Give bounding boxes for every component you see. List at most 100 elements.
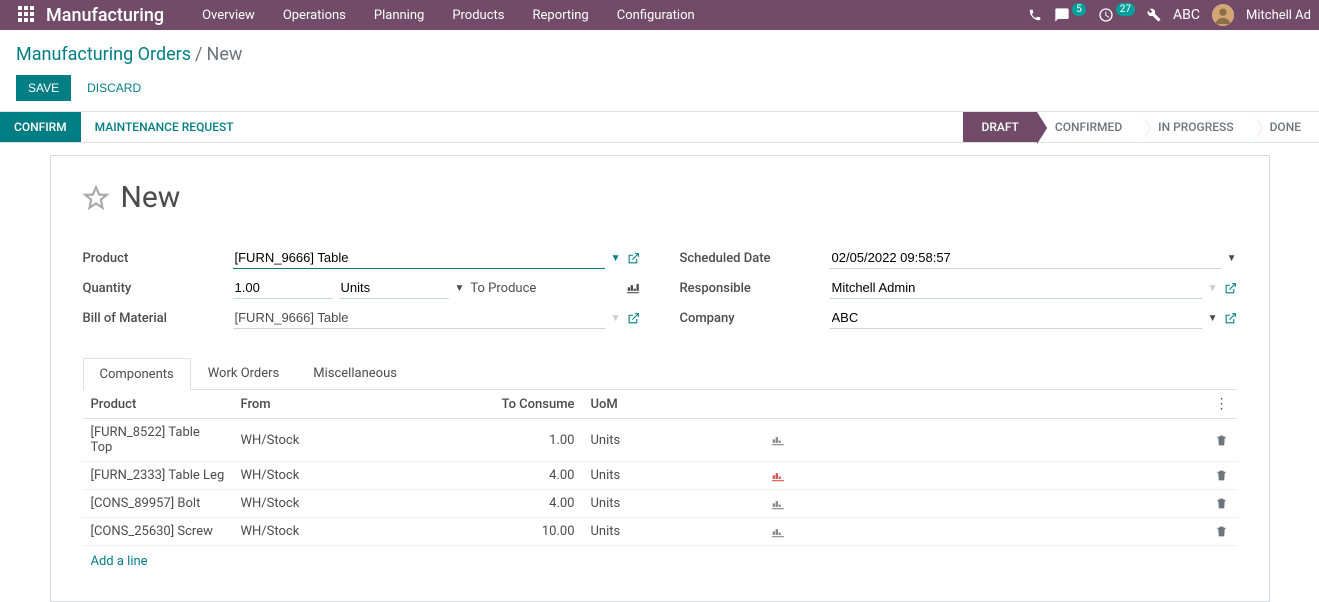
company-external-link-icon[interactable] [1224,312,1237,325]
company-dropdown-caret[interactable]: ▼ [1208,313,1218,324]
confirm-button[interactable]: CONFIRM [0,112,81,142]
phone-icon[interactable] [1028,8,1042,22]
nav-overview[interactable]: Overview [188,1,269,30]
cell-forecast [763,419,1207,462]
form-title-row: New [83,180,1237,215]
tools-icon[interactable] [1147,8,1161,22]
table-row[interactable]: [FURN_2333] Table Leg WH/Stock 4.00 Unit… [83,462,1237,490]
tab-miscellaneous[interactable]: Miscellaneous [296,357,414,389]
delete-icon[interactable] [1215,434,1229,447]
cell-to-consume[interactable]: 4.00 [493,462,583,490]
cell-to-consume[interactable]: 10.00 [493,518,583,546]
cell-product[interactable]: [CONS_25630] Screw [83,518,233,546]
bom-external-link-icon[interactable] [627,312,640,325]
nav-planning[interactable]: Planning [360,1,438,30]
save-button[interactable]: SAVE [16,75,71,101]
th-uom: UoM [583,390,763,419]
forecast-chart-icon[interactable] [771,470,1199,482]
bom-input[interactable] [233,307,605,329]
product-external-link-icon[interactable] [627,252,640,265]
cell-product[interactable]: [FURN_8522] Table Top [83,419,233,462]
forecast-chart-icon[interactable] [771,498,1199,510]
cell-uom[interactable]: Units [583,462,763,490]
company-switcher[interactable]: ABC [1173,7,1200,23]
responsible-input[interactable] [830,277,1202,299]
discard-button[interactable]: DISCARD [75,75,153,101]
app-title[interactable]: Manufacturing [46,5,164,26]
cell-from[interactable]: WH/Stock [233,462,493,490]
cell-uom[interactable]: Units [583,518,763,546]
table-row[interactable]: [CONS_89957] Bolt WH/Stock 4.00 Units [83,490,1237,518]
kebab-icon[interactable]: ⋮ [1215,396,1229,412]
messages-icon[interactable]: 5 [1054,7,1086,23]
apps-icon[interactable] [18,6,36,24]
status-left: CONFIRM MAINTENANCE REQUEST [0,112,248,142]
responsible-label: Responsible [680,281,830,296]
activities-icon[interactable]: 27 [1098,7,1135,23]
scheduled-label: Scheduled Date [680,251,830,266]
th-to-consume: To Consume [493,390,583,419]
table-row[interactable]: [FURN_8522] Table Top WH/Stock 1.00 Unit… [83,419,1237,462]
cell-uom[interactable]: Units [583,490,763,518]
status-step-confirmed[interactable]: CONFIRMED [1037,112,1140,142]
to-produce-label: To Produce [470,281,536,296]
cell-uom[interactable]: Units [583,419,763,462]
delete-icon[interactable] [1215,497,1229,510]
scheduled-dropdown-caret[interactable]: ▼ [1227,253,1237,264]
forecast-chart-icon[interactable] [771,434,1199,446]
maintenance-request-button[interactable]: MAINTENANCE REQUEST [81,112,248,142]
delete-icon[interactable] [1215,469,1229,482]
cell-actions [1207,490,1237,518]
th-kebab: ⋮ [1207,390,1237,419]
cell-product[interactable]: [FURN_2333] Table Leg [83,462,233,490]
company-input[interactable] [830,307,1202,329]
table-row[interactable]: [CONS_25630] Screw WH/Stock 10.00 Units [83,518,1237,546]
bom-label: Bill of Material [83,311,233,326]
nav-operations[interactable]: Operations [269,1,360,30]
quantity-uom-input[interactable] [339,277,449,299]
status-bar: CONFIRM MAINTENANCE REQUEST DRAFT CONFIR… [0,111,1319,143]
forecast-icon[interactable] [626,281,640,295]
breadcrumb-sep: / [195,44,202,65]
status-steps: DRAFT CONFIRMED IN PROGRESS DONE [963,112,1319,142]
form-sheet: New Product ▼ Quantity ▼ [50,155,1270,602]
bom-dropdown-caret[interactable]: ▼ [611,313,621,324]
cell-to-consume[interactable]: 4.00 [493,490,583,518]
cell-product[interactable]: [CONS_89957] Bolt [83,490,233,518]
responsible-external-link-icon[interactable] [1224,282,1237,295]
cell-from[interactable]: WH/Stock [233,490,493,518]
form-col-right: Scheduled Date ▼ Responsible ▼ Company [680,243,1237,333]
cell-from[interactable]: WH/Stock [233,518,493,546]
cell-to-consume[interactable]: 1.00 [493,419,583,462]
responsible-dropdown-caret[interactable]: ▼ [1208,283,1218,294]
status-step-draft[interactable]: DRAFT [963,112,1036,142]
nav-configuration[interactable]: Configuration [603,1,709,30]
user-name[interactable]: Mitchell Ad [1246,8,1311,23]
nav-menu: Overview Operations Planning Products Re… [188,1,709,30]
delete-icon[interactable] [1215,525,1229,538]
activities-badge: 27 [1116,3,1135,16]
nav-reporting[interactable]: Reporting [519,1,603,30]
cell-forecast [763,490,1207,518]
status-step-in-progress[interactable]: IN PROGRESS [1140,112,1251,142]
cell-actions [1207,518,1237,546]
avatar[interactable] [1212,4,1234,26]
nav-products[interactable]: Products [438,1,518,30]
star-icon[interactable] [83,185,109,211]
form-title: New [121,180,181,215]
add-line-button[interactable]: Add a line [83,546,1237,577]
tab-work-orders[interactable]: Work Orders [191,357,297,389]
tab-components[interactable]: Components [83,358,191,390]
navbar-right: 5 27 ABC Mitchell Ad [1028,4,1311,26]
uom-dropdown-caret[interactable]: ▼ [455,283,465,294]
scheduled-date-input[interactable] [830,247,1221,269]
forecast-chart-icon[interactable] [771,526,1199,538]
company-label: Company [680,311,830,326]
breadcrumb-parent[interactable]: Manufacturing Orders [16,44,191,65]
quantity-input[interactable] [233,277,333,299]
product-input[interactable] [233,247,605,269]
action-row: SAVE DISCARD [0,75,1319,111]
product-dropdown-caret[interactable]: ▼ [611,253,621,264]
th-product: Product [83,390,233,419]
cell-from[interactable]: WH/Stock [233,419,493,462]
